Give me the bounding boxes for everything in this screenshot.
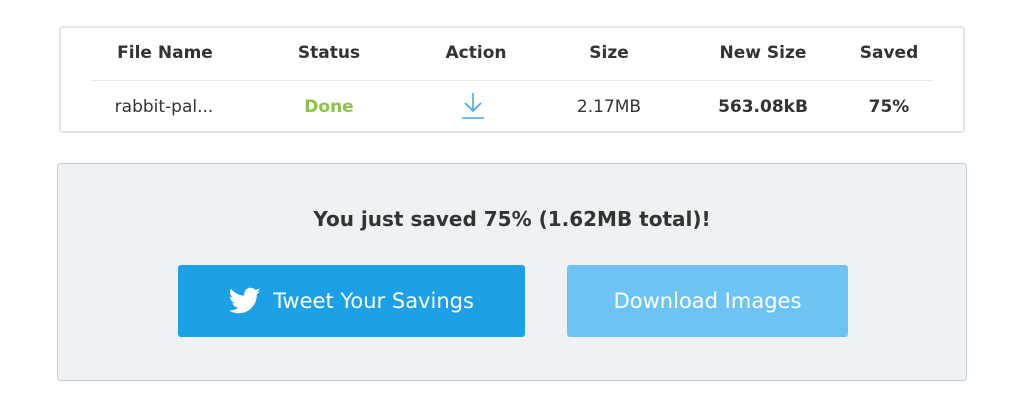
saved-cell: 75% bbox=[868, 97, 910, 117]
header-action: Action bbox=[445, 43, 507, 63]
header-size: Size bbox=[589, 43, 629, 63]
status-cell: Done bbox=[304, 97, 354, 117]
savings-panel: You just saved 75% (1.62MB total)! Tweet… bbox=[57, 163, 967, 381]
download-icon[interactable] bbox=[459, 91, 487, 121]
header-saved: Saved bbox=[859, 43, 919, 63]
tweet-savings-button[interactable]: Tweet Your Savings bbox=[178, 265, 525, 337]
file-name-cell: rabbit-pal... bbox=[114, 97, 214, 117]
results-table: File Name Status Action Size New Size Sa… bbox=[59, 26, 965, 133]
tweet-button-label: Tweet Your Savings bbox=[273, 289, 474, 313]
header-new-size: New Size bbox=[719, 43, 807, 63]
table-header: File Name Status Action Size New Size Sa… bbox=[61, 28, 963, 82]
savings-message: You just saved 75% (1.62MB total)! bbox=[313, 207, 711, 231]
twitter-bird-icon bbox=[228, 287, 261, 315]
header-divider bbox=[91, 80, 933, 81]
size-cell: 2.17MB bbox=[576, 97, 642, 117]
header-file-name: File Name bbox=[117, 43, 213, 63]
header-status: Status bbox=[297, 43, 361, 63]
download-images-button[interactable]: Download Images bbox=[567, 265, 848, 337]
download-button-label: Download Images bbox=[613, 289, 802, 313]
new-size-cell: 563.08kB bbox=[718, 97, 808, 117]
